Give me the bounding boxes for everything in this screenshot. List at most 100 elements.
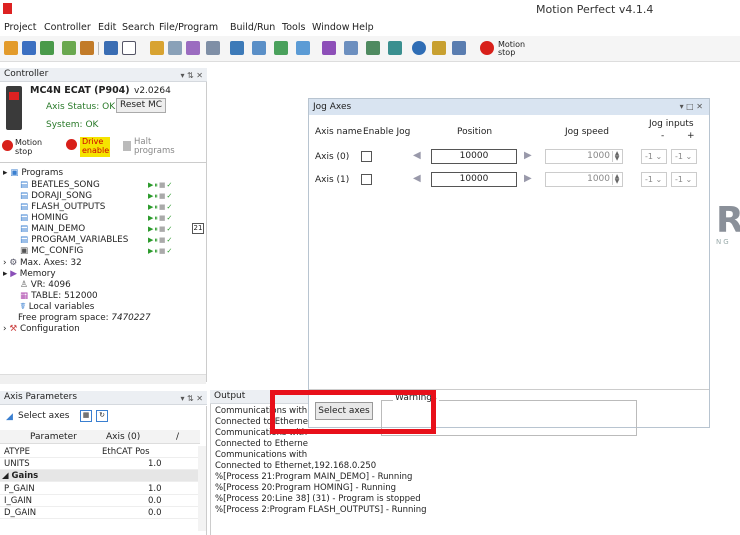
- halt-icon[interactable]: [123, 141, 131, 151]
- jog-reverse-icon[interactable]: ◀: [413, 150, 421, 161]
- halt-programs-button[interactable]: Halt programs: [134, 138, 175, 156]
- motion-stop-icon[interactable]: [480, 41, 494, 55]
- edit-icon[interactable]: [150, 41, 164, 55]
- trace-icon[interactable]: [186, 41, 200, 55]
- menu-controller[interactable]: Controller: [44, 22, 91, 33]
- grid-icon[interactable]: ▦: [80, 410, 92, 422]
- menu-edit[interactable]: Edit: [98, 22, 116, 33]
- menu-window[interactable]: Window: [312, 22, 349, 33]
- panel-controls-icon[interactable]: ▾ ⇅ ✕: [180, 69, 203, 82]
- position-field[interactable]: 10000: [431, 149, 517, 164]
- program-item[interactable]: ▣ MC_CONFIG: [20, 246, 83, 256]
- drive-enable-icon[interactable]: [66, 139, 77, 150]
- save-icon[interactable]: [22, 41, 36, 55]
- enable-jog-checkbox[interactable]: [361, 174, 372, 185]
- outputs-icon[interactable]: [252, 41, 266, 55]
- program-controls-icon[interactable]: ▶⏸■✓: [148, 192, 173, 201]
- jog-speed-stepper[interactable]: 1000 ▲ ▼: [545, 172, 623, 187]
- motion-stop-button[interactable]: Motion stop: [498, 41, 530, 57]
- spin-icon[interactable]: ▲ ▼: [612, 151, 621, 162]
- program-item[interactable]: ▤ PROGRAM_VARIABLES: [20, 235, 128, 245]
- program-controls-icon[interactable]: ▶⏸■✓: [148, 225, 173, 234]
- jog-input-minus-select[interactable]: -1 ⌄: [641, 149, 667, 164]
- program-controls-icon[interactable]: ▶⏸■✓: [148, 203, 173, 212]
- program-item[interactable]: ▤ BEATLES_SONG: [20, 180, 100, 190]
- jog-reverse-icon[interactable]: ◀: [413, 173, 421, 184]
- vr-item[interactable]: ♙ VR: 4096: [20, 280, 71, 290]
- menu-search[interactable]: Search: [122, 22, 155, 33]
- motion-stop-button[interactable]: Motion stop: [15, 138, 43, 156]
- help-icon[interactable]: [412, 41, 426, 55]
- menu-project[interactable]: Project: [4, 22, 37, 33]
- program-item[interactable]: ▤ HOMING: [20, 213, 68, 223]
- toolbar: Motion stop: [0, 36, 740, 62]
- settings-icon[interactable]: [40, 41, 54, 55]
- jog-forward-icon[interactable]: ▶: [524, 173, 532, 184]
- chart-icon[interactable]: [296, 41, 310, 55]
- system-status: System: OK: [46, 120, 99, 130]
- jog-title-bar[interactable]: Jog Axes ▾ □ ✕: [309, 99, 709, 115]
- vr-icon[interactable]: [322, 41, 336, 55]
- inputs-icon[interactable]: [230, 41, 244, 55]
- position-field[interactable]: 10000: [431, 172, 517, 187]
- oscilloscope-icon[interactable]: [206, 41, 220, 55]
- brand-tagline: NG: [716, 238, 731, 246]
- lock-icon[interactable]: [432, 41, 446, 55]
- program-item[interactable]: ▤ FLASH_OUTPUTS: [20, 202, 105, 212]
- table-item[interactable]: ▦ TABLE: 512000: [20, 291, 98, 301]
- table-row[interactable]: D_GAIN 0.0: [0, 507, 200, 519]
- jog-input-plus-select[interactable]: -1 ⌄: [671, 149, 697, 164]
- window-icon[interactable]: [122, 41, 136, 55]
- inputs-plus-label: +: [687, 131, 695, 141]
- table-row[interactable]: I_GAIN 0.0: [0, 495, 200, 507]
- controller-panel: MC4N ECAT (P904) v2.0264 Axis Status: OK…: [0, 82, 207, 384]
- output-line: Connected to Ethernet,192.168.0.250: [215, 461, 377, 471]
- menu-tools[interactable]: Tools: [282, 22, 305, 33]
- user-icon[interactable]: [80, 41, 94, 55]
- reset-mc-button[interactable]: Reset MC: [116, 98, 166, 113]
- select-axes-button[interactable]: Select axes: [18, 411, 69, 421]
- local-variables-item[interactable]: ☤ Local variables: [20, 302, 94, 312]
- motion-stop-icon[interactable]: [2, 140, 13, 151]
- spin-icon[interactable]: ▲ ▼: [612, 174, 621, 185]
- jog-input-minus-select[interactable]: -1 ⌄: [641, 172, 667, 187]
- configuration-node[interactable]: › ⚒ Configuration: [3, 324, 80, 334]
- jog-input-plus-select[interactable]: -1 ⌄: [671, 172, 697, 187]
- menu-file-program[interactable]: File/Program: [159, 22, 218, 33]
- gains-group[interactable]: ◢ Gains: [0, 470, 200, 482]
- terminal-icon[interactable]: [104, 41, 118, 55]
- menu-build-run[interactable]: Build/Run: [230, 22, 275, 33]
- horizontal-scrollbar[interactable]: [0, 374, 206, 384]
- program-controls-icon[interactable]: ▶⏸■✓: [148, 247, 173, 256]
- drive-icon[interactable]: [452, 41, 466, 55]
- panel-controls-icon[interactable]: ▾ ⇅ ✕: [180, 392, 203, 405]
- program-item[interactable]: ▤ MAIN_DEMO: [20, 224, 85, 234]
- program-item[interactable]: ▤ DORAJI_SONG: [20, 191, 92, 201]
- enable-jog-checkbox[interactable]: [361, 151, 372, 162]
- tools-icon[interactable]: [366, 41, 380, 55]
- max-axes-node[interactable]: › ⚙ Max. Axes: 32: [3, 258, 82, 268]
- table-row[interactable]: P_GAIN 1.0: [0, 483, 200, 495]
- jog-speed-stepper[interactable]: 1000 ▲ ▼: [545, 149, 623, 164]
- window-controls-icon[interactable]: ▾ □ ✕: [680, 99, 703, 115]
- axis-icon[interactable]: [62, 41, 76, 55]
- program-controls-icon[interactable]: ▶⏸■✓: [148, 236, 173, 245]
- drive-enable-button[interactable]: Drive enable: [80, 137, 110, 157]
- program-controls-icon[interactable]: ▶⏸■✓: [148, 181, 173, 190]
- app-icon: [3, 3, 12, 14]
- connect-icon[interactable]: [4, 41, 18, 55]
- vertical-scrollbar[interactable]: [198, 446, 206, 531]
- table-row[interactable]: ATYPE EthCAT Pos: [0, 446, 200, 458]
- compile-icon[interactable]: [168, 41, 182, 55]
- memory-node[interactable]: ▸ ▶ Memory: [3, 269, 56, 279]
- table-row[interactable]: UNITS 1.0: [0, 458, 200, 470]
- refresh-icon[interactable]: ↻: [96, 410, 108, 422]
- program-controls-icon[interactable]: ▶⏸■✓: [148, 214, 173, 223]
- table-icon[interactable]: [274, 41, 288, 55]
- memory-icon[interactable]: [344, 41, 358, 55]
- programs-node[interactable]: ▸ ▣ Programs: [3, 168, 63, 178]
- jog-forward-icon[interactable]: ▶: [524, 150, 532, 161]
- device-name: MC4N ECAT (P904): [30, 85, 130, 96]
- menu-help[interactable]: Help: [352, 22, 374, 33]
- network-icon[interactable]: [388, 41, 402, 55]
